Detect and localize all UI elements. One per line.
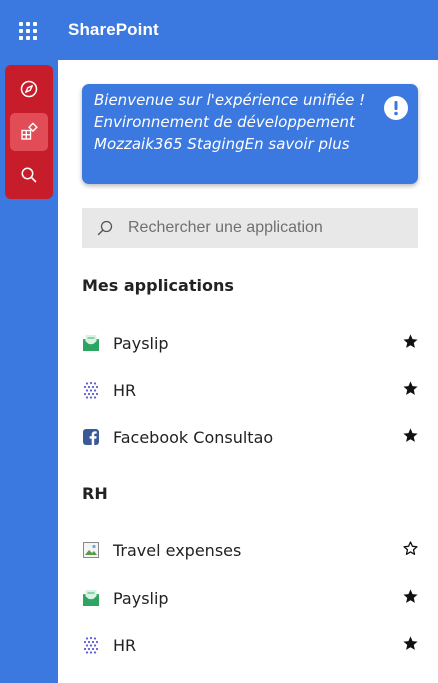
star-filled-icon[interactable] bbox=[402, 588, 420, 606]
star-filled-icon[interactable] bbox=[402, 427, 420, 445]
app-item-travel-expenses[interactable]: Travel expenses bbox=[82, 534, 418, 566]
app-item-label: Payslip bbox=[113, 588, 169, 608]
top-bar: SharePoint bbox=[0, 0, 438, 60]
star-outline-icon[interactable] bbox=[402, 540, 420, 558]
app-item-hr[interactable]: HR bbox=[82, 629, 418, 661]
hr-dots-icon bbox=[82, 636, 100, 654]
payslip-icon bbox=[82, 589, 100, 607]
banner-text: Bienvenue sur l'expérience unifiée ! Env… bbox=[94, 91, 366, 153]
image-placeholder-icon bbox=[82, 541, 100, 559]
alert-icon[interactable] bbox=[384, 96, 408, 120]
app-item-label: Facebook Consultao bbox=[113, 427, 274, 447]
app-item-facebook-consultao[interactable]: Facebook Consultao bbox=[82, 421, 418, 453]
section-title-my-apps: Mes applications bbox=[82, 276, 234, 295]
app-item-label: Payslip bbox=[113, 333, 169, 353]
app-item-label: HR bbox=[113, 380, 137, 400]
hr-dots-icon bbox=[82, 381, 100, 399]
rail-item-search[interactable] bbox=[10, 156, 48, 194]
app-item-hr[interactable]: HR bbox=[82, 374, 418, 406]
search-input[interactable] bbox=[128, 219, 408, 237]
app-item-payslip[interactable]: Payslip bbox=[82, 582, 418, 614]
compass-icon bbox=[20, 80, 38, 98]
rail-item-explore[interactable] bbox=[10, 70, 48, 108]
side-rail bbox=[5, 65, 53, 199]
rail-item-apps[interactable] bbox=[10, 113, 48, 151]
app-search-box[interactable] bbox=[82, 208, 418, 248]
star-filled-icon[interactable] bbox=[402, 635, 420, 653]
search-icon bbox=[97, 220, 113, 236]
star-filled-icon[interactable] bbox=[402, 333, 420, 351]
app-launcher-icon[interactable] bbox=[19, 22, 37, 40]
app-item-label: HR bbox=[113, 635, 137, 655]
app-title: SharePoint bbox=[68, 20, 159, 39]
apps-panel: Bienvenue sur l'expérience unifiée ! Env… bbox=[58, 60, 438, 683]
facebook-icon bbox=[82, 428, 100, 446]
search-icon bbox=[21, 167, 37, 183]
section-title-rh: RH bbox=[82, 484, 108, 503]
apps-grid-icon bbox=[21, 122, 38, 140]
app-item-payslip[interactable]: Payslip bbox=[82, 327, 418, 359]
payslip-icon bbox=[82, 334, 100, 352]
app-item-label: Travel expenses bbox=[113, 540, 242, 560]
welcome-banner[interactable]: Bienvenue sur l'expérience unifiée ! Env… bbox=[82, 84, 418, 184]
star-filled-icon[interactable] bbox=[402, 380, 420, 398]
